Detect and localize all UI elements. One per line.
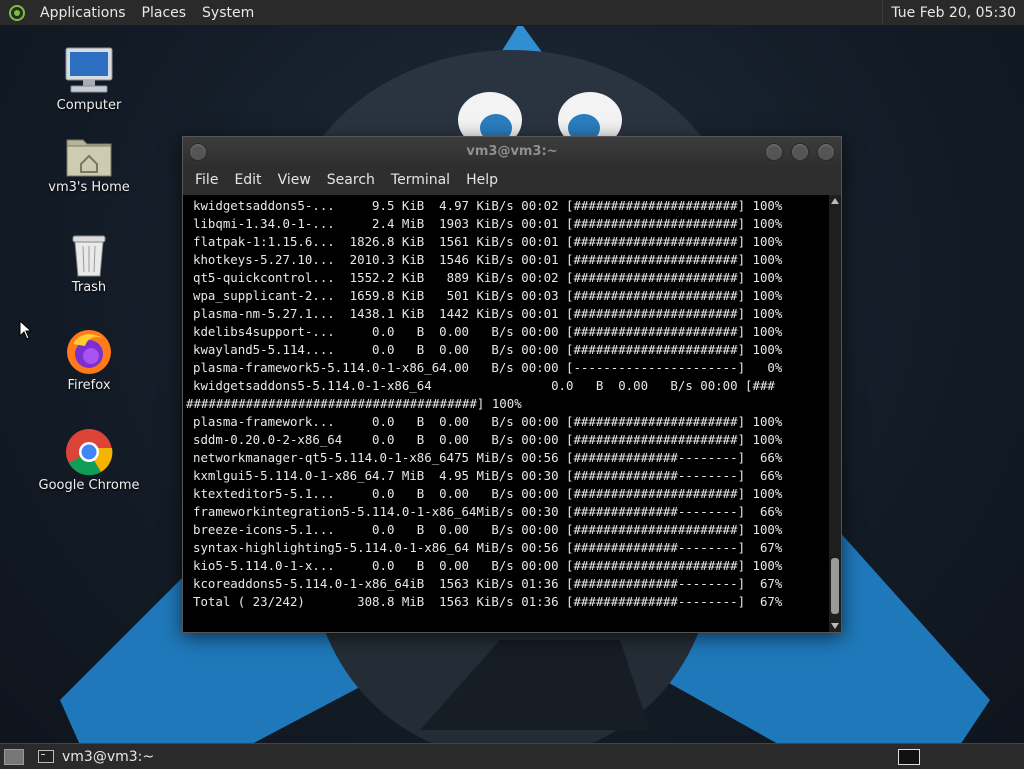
terminal-line: libqmi-1.34.0-1-... 2.4 MiB 1903 KiB/s 0…: [193, 216, 783, 231]
menu-applications[interactable]: Applications: [32, 5, 134, 21]
desktop-icon-firefox[interactable]: Firefox: [24, 324, 154, 393]
menu-terminal[interactable]: Terminal: [383, 172, 458, 188]
terminal-line: networkmanager-qt5-5.114.0-1-x86_6475 Mi…: [193, 450, 783, 465]
scroll-up-icon[interactable]: [831, 198, 839, 204]
window-title: vm3@vm3:~: [466, 143, 558, 159]
trash-icon: [72, 235, 106, 277]
menu-view[interactable]: View: [270, 172, 319, 188]
menu-file[interactable]: File: [187, 172, 226, 188]
clock[interactable]: Tue Feb 20, 05:30: [882, 0, 1024, 25]
terminal-window[interactable]: vm3@vm3:~ File Edit View Search Terminal…: [182, 136, 842, 633]
terminal-line: kwidgetsaddons5-5.114.0-1-x86_64 0.0 B 0…: [193, 378, 775, 393]
terminal-line: plasma-framework5-5.114.0-1-x86_64.00 B/…: [193, 360, 783, 375]
terminal-line: breeze-icons-5.1... 0.0 B 0.00 B/s 00:00…: [193, 522, 783, 537]
menu-places[interactable]: Places: [134, 5, 195, 21]
maximize-button[interactable]: [791, 143, 809, 161]
close-button[interactable]: [817, 143, 835, 161]
terminal-line: sddm-0.20.0-2-x86_64 0.0 B 0.00 B/s 00:0…: [193, 432, 783, 447]
show-desktop-icon[interactable]: [4, 748, 24, 765]
desktop-icon-label: vm3's Home: [48, 180, 130, 195]
terminal-line: plasma-framework... 0.0 B 0.00 B/s 00:00…: [193, 414, 783, 429]
window-menu-button[interactable]: [189, 143, 207, 161]
terminal-line: kdelibs4support-... 0.0 B 0.00 B/s 00:00…: [193, 324, 783, 339]
distro-logo-icon[interactable]: [8, 4, 26, 22]
workspace-switcher[interactable]: [898, 749, 920, 765]
terminal-line: kio5-5.114.0-1-x... 0.0 B 0.00 B/s 00:00…: [193, 558, 783, 573]
menu-help[interactable]: Help: [458, 172, 506, 188]
taskbar-item-label: vm3@vm3:~: [62, 748, 155, 765]
desktop-icon-trash[interactable]: Trash: [24, 226, 154, 295]
terminal-line: kcoreaddons5-5.114.0-1-x86_64iB 1563 KiB…: [193, 576, 783, 591]
terminal-line: qt5-quickcontrol... 1552.2 KiB 889 KiB/s…: [193, 270, 783, 285]
menu-edit[interactable]: Edit: [226, 172, 269, 188]
minimize-button[interactable]: [765, 143, 783, 161]
terminal-line: kwidgetsaddons5-... 9.5 KiB 4.97 KiB/s 0…: [193, 198, 783, 213]
menu-search[interactable]: Search: [319, 172, 383, 188]
taskbar-item-terminal[interactable]: vm3@vm3:~: [38, 749, 154, 765]
scroll-down-icon[interactable]: [831, 623, 839, 629]
mouse-pointer-icon: [19, 320, 33, 340]
desktop-icon-label: Firefox: [67, 378, 111, 393]
terminal-menubar: File Edit View Search Terminal Help: [183, 165, 841, 195]
chrome-icon: [66, 429, 113, 476]
desktop-icon-chrome[interactable]: Google Chrome: [24, 424, 154, 493]
computer-icon: [65, 47, 113, 93]
terminal-scrollbar[interactable]: [829, 195, 841, 632]
window-titlebar[interactable]: vm3@vm3:~: [183, 137, 841, 165]
terminal-line: kwayland5-5.114.... 0.0 B 0.00 B/s 00:00…: [193, 342, 783, 357]
home-folder-icon: [66, 139, 112, 177]
desktop-icon-label: Trash: [71, 280, 107, 295]
terminal-line: plasma-nm-5.27.1... 1438.1 KiB 1442 KiB/…: [193, 306, 783, 321]
desktop-icon-label: Computer: [56, 98, 122, 113]
scrollbar-thumb[interactable]: [831, 558, 839, 614]
terminal-line: frameworkintegration5-5.114.0-1-x86_64Mi…: [193, 504, 783, 519]
terminal-icon: [38, 750, 54, 763]
terminal-line: Total ( 23/242) 308.8 MiB 1563 KiB/s 01:…: [193, 594, 783, 609]
terminal-line: kxmlgui5-5.114.0-1-x86_64.7 MiB 4.95 MiB…: [193, 468, 783, 483]
menu-system[interactable]: System: [194, 5, 262, 21]
terminal-line: #######################################]…: [186, 396, 522, 411]
top-panel: Applications Places System Tue Feb 20, 0…: [0, 0, 1024, 26]
firefox-icon: [67, 330, 111, 374]
terminal-line: ktexteditor5-5.1... 0.0 B 0.00 B/s 00:00…: [193, 486, 783, 501]
desktop-icon-home[interactable]: vm3's Home: [24, 126, 154, 195]
bottom-panel: vm3@vm3:~: [0, 743, 1024, 769]
desktop-icon-label: Google Chrome: [38, 478, 140, 493]
terminal-line: syntax-highlighting5-5.114.0-1-x86_64 Mi…: [193, 540, 783, 555]
terminal-line: flatpak-1:1.15.6... 1826.8 KiB 1561 KiB/…: [193, 234, 783, 249]
terminal-output[interactable]: kwidgetsaddons5-... 9.5 KiB 4.97 KiB/s 0…: [183, 195, 828, 632]
terminal-line: wpa_supplicant-2... 1659.8 KiB 501 KiB/s…: [193, 288, 783, 303]
desktop-icon-computer[interactable]: Computer: [24, 44, 154, 113]
terminal-line: khotkeys-5.27.10... 2010.3 KiB 1546 KiB/…: [193, 252, 783, 267]
